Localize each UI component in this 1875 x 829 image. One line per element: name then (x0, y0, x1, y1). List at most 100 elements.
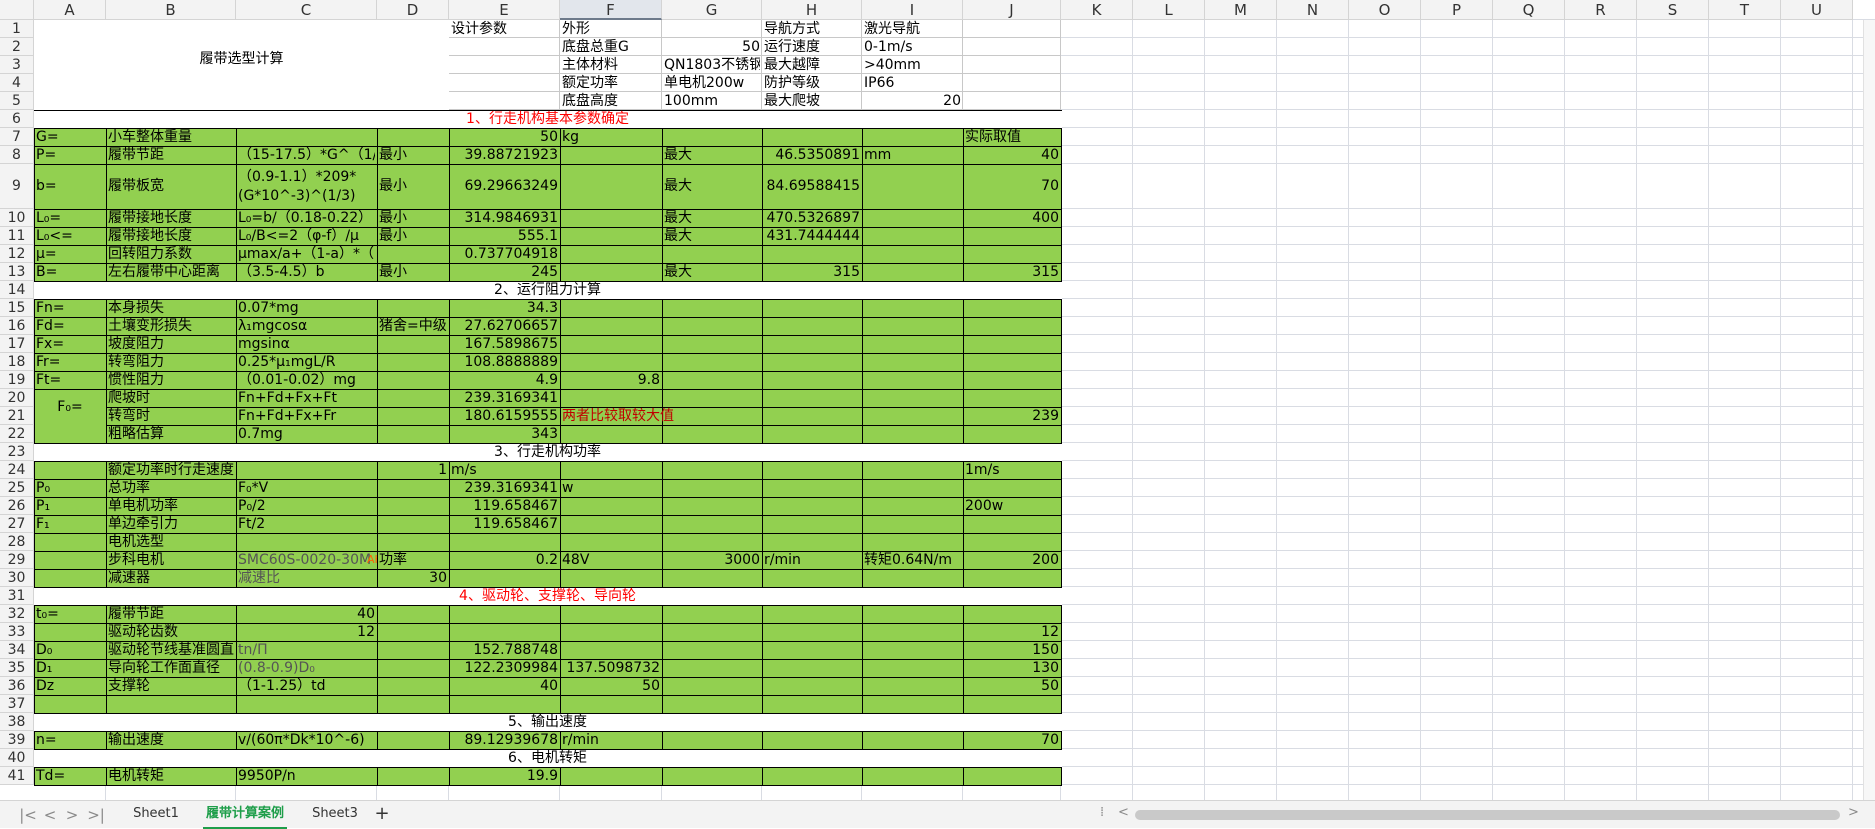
design-cell[interactable] (449, 20, 560, 38)
cell-green[interactable] (449, 569, 561, 588)
cell-green[interactable] (560, 227, 663, 246)
cell-green[interactable] (963, 317, 1062, 336)
design-cell[interactable] (762, 20, 862, 38)
tab-sheet1[interactable]: Sheet1 (124, 801, 188, 827)
cell-green[interactable] (862, 353, 964, 372)
cell-green[interactable] (963, 533, 1062, 552)
row-header-19[interactable]: 19 (0, 371, 34, 389)
cell-green[interactable] (762, 767, 863, 786)
cell-green[interactable] (862, 677, 964, 696)
cell-green[interactable] (762, 497, 863, 516)
cell-green[interactable] (762, 128, 863, 147)
cell-green[interactable] (236, 128, 378, 147)
cell-green[interactable] (963, 479, 1062, 498)
cell-green[interactable] (862, 515, 964, 534)
cell-green[interactable] (963, 767, 1062, 786)
column-header-r[interactable]: R (1565, 0, 1637, 20)
cell-green[interactable] (762, 623, 863, 642)
cell-green[interactable] (560, 299, 663, 318)
cell-green[interactable] (377, 425, 450, 444)
cell-green[interactable] (662, 317, 763, 336)
cell-green[interactable] (449, 695, 561, 714)
cell-green[interactable] (377, 128, 450, 147)
cell-green[interactable] (377, 389, 450, 408)
scroll-right-icon[interactable]: > (1848, 805, 1859, 820)
cell-green[interactable] (862, 569, 964, 588)
row-header-28[interactable]: 28 (0, 533, 34, 551)
cell-green[interactable] (377, 515, 450, 534)
design-cell[interactable] (762, 74, 862, 92)
design-cell[interactable] (963, 56, 1061, 74)
cell-green[interactable] (377, 695, 450, 714)
column-header-d[interactable]: D (377, 0, 449, 20)
cell-green[interactable] (862, 317, 964, 336)
cell-green[interactable] (560, 146, 663, 165)
column-header-g[interactable]: G (662, 0, 762, 20)
scroll-left-icon[interactable]: < (1118, 805, 1129, 820)
cell-green[interactable] (34, 533, 107, 552)
column-header-q[interactable]: Q (1493, 0, 1565, 20)
cell-green[interactable] (762, 677, 863, 696)
row-header-24[interactable]: 24 (0, 461, 34, 479)
cell-green[interactable] (377, 407, 450, 426)
design-cell[interactable] (862, 38, 963, 56)
cell-green[interactable] (377, 533, 450, 552)
cell-green[interactable] (862, 659, 964, 678)
cell-green[interactable] (963, 515, 1062, 534)
design-cell[interactable] (862, 56, 963, 74)
design-cell[interactable] (449, 38, 560, 56)
row-header-38[interactable]: 38 (0, 713, 34, 731)
column-header-o[interactable]: O (1349, 0, 1421, 20)
row-header-17[interactable]: 17 (0, 335, 34, 353)
cell-green[interactable] (762, 695, 863, 714)
row-header-36[interactable]: 36 (0, 677, 34, 695)
row-header-15[interactable]: 15 (0, 299, 34, 317)
column-header-a[interactable]: A (34, 0, 106, 20)
design-cell[interactable] (862, 92, 963, 110)
column-header-f[interactable]: F (560, 0, 662, 20)
cell-green[interactable] (862, 605, 964, 624)
cell-green[interactable] (560, 533, 663, 552)
cell-green[interactable] (377, 767, 450, 786)
add-sheet-button[interactable]: + (372, 801, 392, 827)
cell-green[interactable] (762, 479, 863, 498)
design-cell[interactable] (662, 56, 762, 74)
cell-green[interactable] (862, 497, 964, 516)
cell-green[interactable] (762, 299, 863, 318)
row-header-21[interactable]: 21 (0, 407, 34, 425)
cell-green[interactable] (862, 128, 964, 147)
row-header-4[interactable]: 4 (0, 74, 34, 92)
cell-green[interactable] (862, 209, 964, 228)
row-header-35[interactable]: 35 (0, 659, 34, 677)
cell-green[interactable] (662, 461, 763, 480)
column-header-s[interactable]: S (1637, 0, 1709, 20)
cell-green[interactable] (963, 425, 1062, 444)
cell-green[interactable] (862, 641, 964, 660)
cell-green[interactable] (377, 659, 450, 678)
column-header-l[interactable]: L (1133, 0, 1205, 20)
row-header-41[interactable]: 41 (0, 767, 34, 785)
cell-green[interactable] (236, 533, 378, 552)
cell-green[interactable] (862, 245, 964, 264)
horizontal-scrollbar-thumb[interactable] (1135, 810, 1840, 820)
cell-green[interactable] (560, 209, 663, 228)
next-sheet-icon[interactable]: > (62, 805, 82, 825)
first-sheet-icon[interactable]: |< (18, 805, 38, 825)
cell-green[interactable] (377, 731, 450, 750)
row-header-22[interactable]: 22 (0, 425, 34, 443)
row-header-20[interactable]: 20 (0, 389, 34, 407)
cell-green[interactable] (963, 335, 1062, 354)
design-cell[interactable] (560, 74, 662, 92)
cell-green[interactable] (560, 515, 663, 534)
row-header-7[interactable]: 7 (0, 128, 34, 146)
cell-green[interactable] (560, 695, 663, 714)
cell-green[interactable] (862, 623, 964, 642)
cell-green[interactable] (862, 425, 964, 444)
column-header-c[interactable]: C (236, 0, 377, 20)
cell-green[interactable] (34, 569, 107, 588)
cell-green[interactable] (560, 389, 663, 408)
row-header-29[interactable]: 29 (0, 551, 34, 569)
design-cell[interactable] (662, 92, 762, 110)
cell-green[interactable] (662, 695, 763, 714)
cell-green[interactable] (862, 164, 964, 210)
